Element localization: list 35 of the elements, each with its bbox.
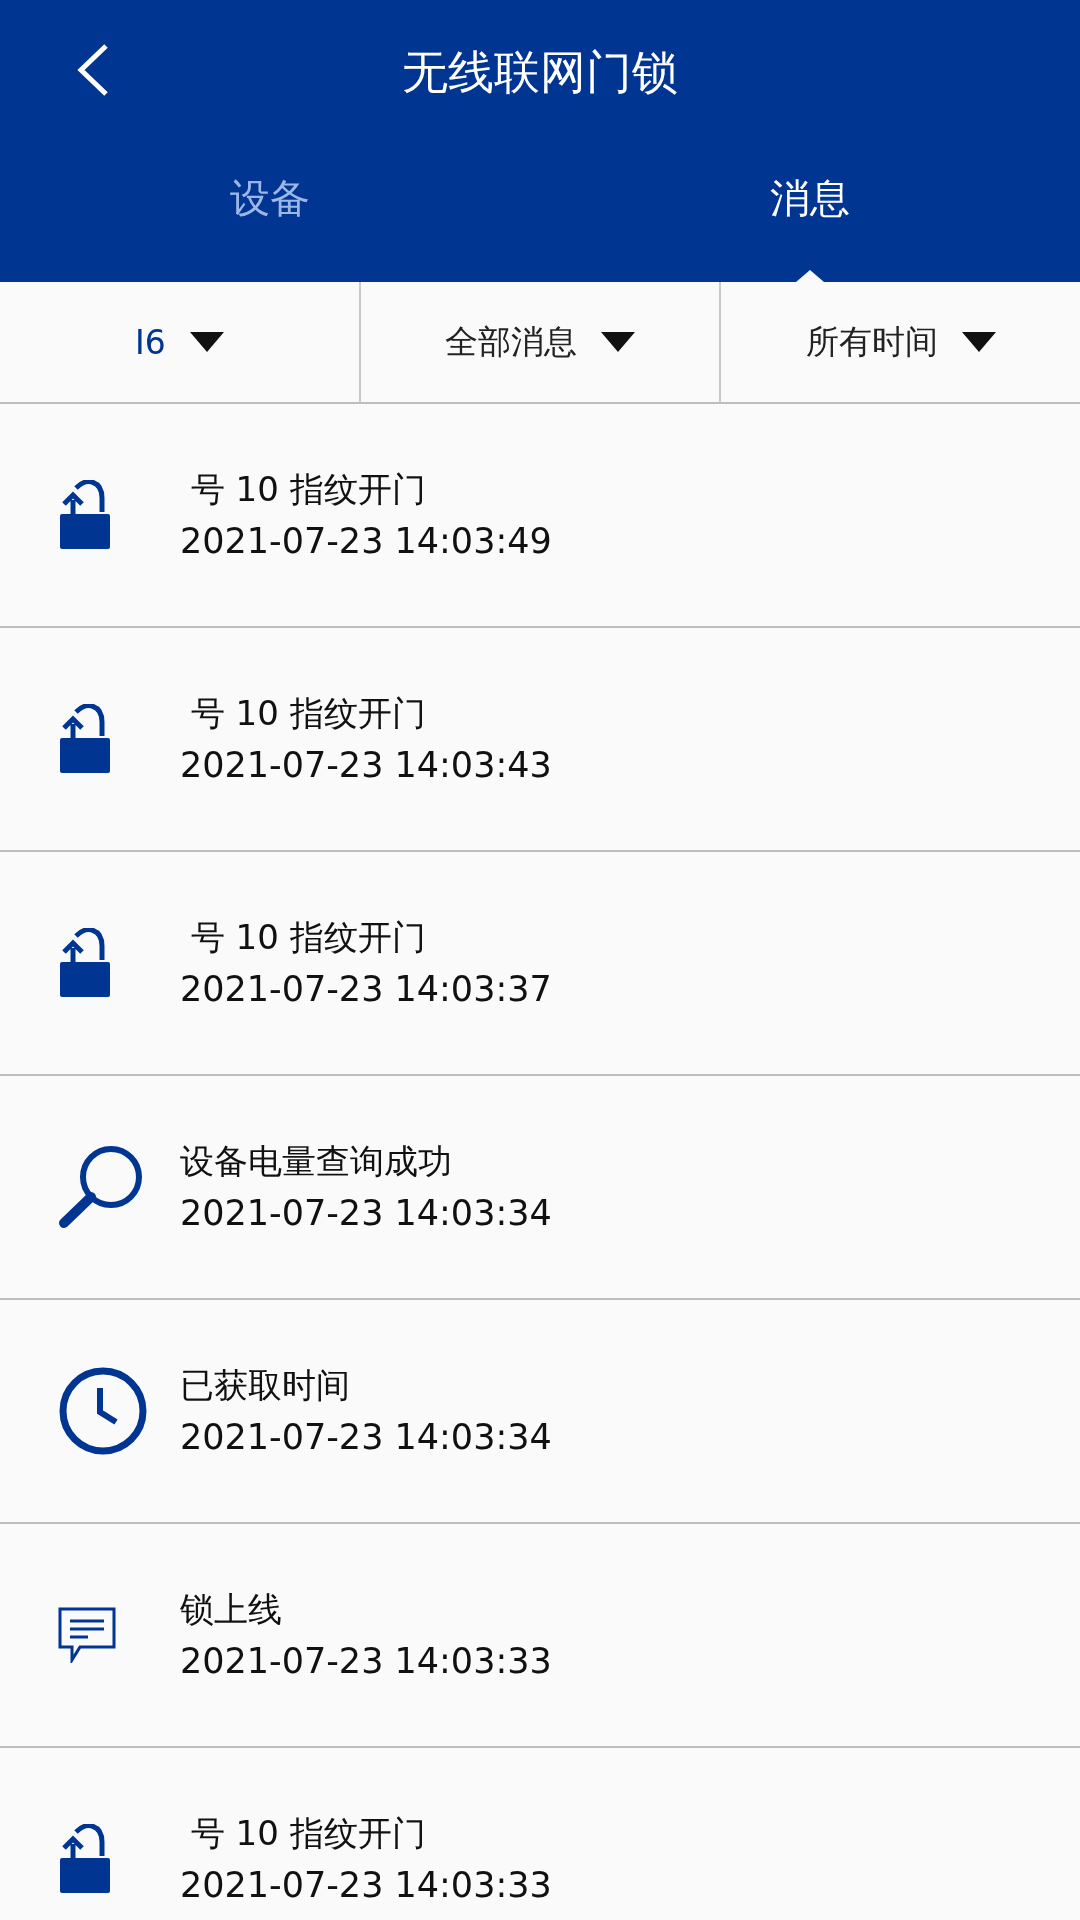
chat-bubble-icon [58,1607,118,1663]
filter-dropdown[interactable]: 所有时间 [721,282,1080,402]
message-title: 号 10 指纹开门 [189,692,427,735]
tab[interactable]: 设备 [0,145,540,282]
message-row[interactable]: 锁上线 2021-07-23 14:03:33 [0,1524,1080,1748]
message-title: 号 10 指纹开门 [189,916,427,959]
unlocked-padlock-icon [58,928,110,998]
message-title: 锁上线 [180,1588,283,1631]
message-row[interactable]: 号 10 指纹开门 2021-07-23 14:03:37 [0,852,1080,1076]
caret-icon [601,332,635,352]
caret-icon [189,332,224,352]
filter-dropdown[interactable]: I6 [0,282,361,402]
message-time: 2021-07-23 14:03:43 [180,744,552,787]
clock-icon [58,1366,148,1456]
message-time: 2021-07-23 14:03:34 [180,1192,552,1235]
unlocked-padlock-icon [58,704,110,774]
message-title: 号 10 指纹开门 [189,1812,427,1855]
message-time: 2021-07-23 14:03:33 [180,1864,552,1907]
message-row[interactable]: 已获取时间 2021-07-23 14:03:34 [0,1300,1080,1524]
unlocked-padlock-icon [58,480,110,550]
caret-icon [961,332,996,352]
message-time: 2021-07-23 14:03:49 [180,520,552,563]
page-title: 无线联网门锁 [402,43,678,101]
message-title: 已获取时间 [180,1364,351,1407]
message-row[interactable]: 号 10 指纹开门 2021-07-23 14:03:49 [0,404,1080,628]
unlocked-padlock-icon [58,1824,110,1894]
message-title: 设备电量查询成功 [180,1140,453,1183]
filter-dropdown[interactable]: 全部消息 [360,282,722,402]
message-row[interactable]: 设备电量查询成功 2021-07-23 14:03:34 [0,1076,1080,1300]
message-title: 号 10 指纹开门 [189,468,427,511]
message-time: 2021-07-23 14:03:37 [180,968,552,1011]
message-row[interactable]: 号 10 指纹开门 2021-07-23 14:03:33 [0,1748,1080,1920]
message-row[interactable]: 号 10 指纹开门 2021-07-23 14:03:43 [0,628,1080,852]
message-time: 2021-07-23 14:03:33 [180,1640,552,1683]
message-time: 2021-07-23 14:03:34 [180,1416,552,1459]
